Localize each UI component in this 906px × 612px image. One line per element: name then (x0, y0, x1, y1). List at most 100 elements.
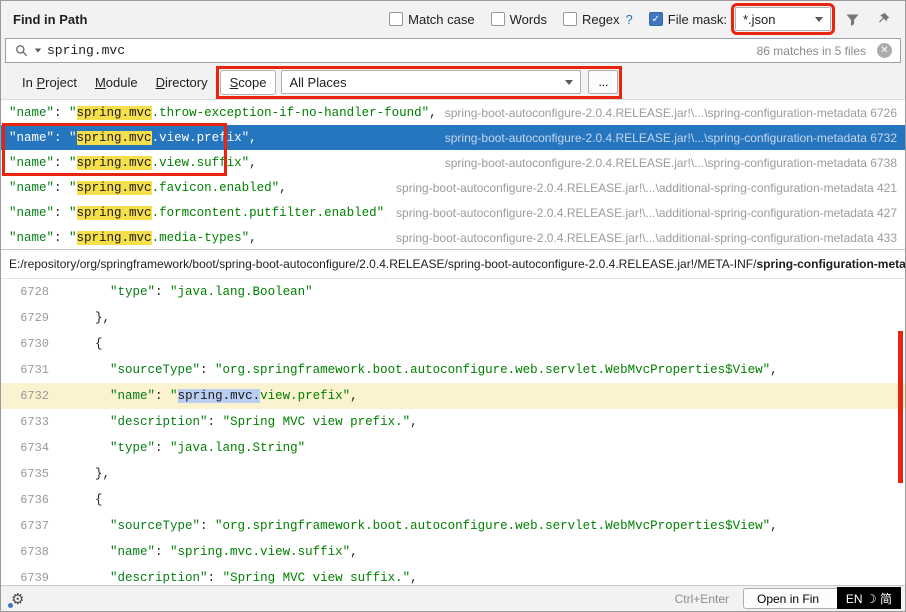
gear-badge-dot (8, 603, 13, 608)
line-number: 6735 (1, 467, 65, 481)
result-match-text: "name": "spring.mvc.view.suffix", (9, 156, 435, 170)
scope-select[interactable]: All Places (281, 70, 581, 94)
code-line: 6729 }, (1, 305, 905, 331)
dialog-header: Find in Path Match case Words Regex? ✓ File … (1, 1, 905, 37)
file-mask-value: *.json (743, 12, 776, 27)
search-options: Match case Words Regex? ✓ File mask: (373, 12, 727, 27)
scope-tab-scope[interactable]: Scope (220, 70, 277, 95)
search-input[interactable]: spring.mvc (47, 43, 752, 58)
scope-value: All Places (289, 75, 346, 90)
code-line: 6738 "name": "spring.mvc.view.suffix", (1, 539, 905, 565)
search-icon (14, 43, 29, 58)
code-line: 6737 "sourceType": "org.springframework.… (1, 513, 905, 539)
regex-help-link[interactable]: ? (626, 12, 633, 27)
option-words[interactable]: Words (491, 12, 547, 27)
file-mask-combo[interactable]: *.json (735, 7, 831, 31)
scope-tab-in-project[interactable]: In Project (13, 71, 86, 94)
checkbox-checked-icon[interactable]: ✓ (649, 12, 663, 26)
search-row: spring.mvc 86 matches in 5 files ✕ (1, 37, 905, 65)
line-number: 6729 (1, 311, 65, 325)
code-line: 6728 "type": "java.lang.Boolean" (1, 279, 905, 305)
scope-tab-directory[interactable]: Directory (147, 71, 217, 94)
result-file-path: spring-boot-autoconfigure-2.0.4.RELEASE.… (445, 156, 897, 170)
option-label: File mask: (668, 12, 727, 27)
pin-icon[interactable] (873, 9, 893, 29)
checkbox-icon[interactable] (563, 12, 577, 26)
option-label: Match case (408, 12, 474, 27)
code-line: 6730 { (1, 331, 905, 357)
result-row[interactable]: "name": "spring.mvc.favicon.enabled", spr… (1, 175, 905, 200)
line-number: 6732 (1, 389, 65, 403)
result-row[interactable]: "name": "spring.mvc.view.suffix", spring-… (1, 150, 905, 175)
code-text: { (65, 337, 103, 351)
code-text: "description": "Spring MVC view suffix."… (65, 571, 418, 585)
checkbox-icon[interactable] (389, 12, 403, 26)
chevron-down-icon (815, 17, 823, 22)
result-file-path: spring-boot-autoconfigure-2.0.4.RELEASE.… (396, 181, 897, 195)
results-list: "name": "spring.mvc.throw-exception-if-n… (1, 99, 905, 249)
result-row[interactable]: "name": "spring.mvc.formcontent.putfilte… (1, 200, 905, 225)
code-text: "sourceType": "org.springframework.boot.… (65, 363, 778, 377)
line-number: 6736 (1, 493, 65, 507)
result-match-text: "name": "spring.mvc.favicon.enabled", (9, 181, 386, 195)
code-line: 6739 "description": "Spring MVC view suf… (1, 565, 905, 585)
search-field[interactable]: spring.mvc 86 matches in 5 files ✕ (5, 38, 901, 63)
code-text: "description": "Spring MVC view prefix."… (65, 415, 418, 429)
footer: ⚙ Ctrl+Enter Open in Fin EN ☽ 简 (1, 585, 905, 611)
code-line: 6736 { (1, 487, 905, 513)
result-match-text: "name": "spring.mvc.media-types", (9, 231, 386, 245)
code-line: 6731 "sourceType": "org.springframework.… (1, 357, 905, 383)
result-row[interactable]: "name": "spring.mvc.view.prefix", spring-… (1, 125, 905, 150)
option-label: Regex (582, 12, 620, 27)
result-match-text: "name": "spring.mvc.formcontent.putfilte… (9, 206, 386, 220)
shortcut-hint: Ctrl+Enter (675, 592, 729, 606)
result-file-path: spring-boot-autoconfigure-2.0.4.RELEASE.… (445, 106, 897, 120)
find-in-path-dialog: Find in Path Match case Words Regex? ✓ File … (0, 0, 906, 612)
result-file-path: spring-boot-autoconfigure-2.0.4.RELEASE.… (396, 206, 897, 220)
code-preview[interactable]: 6728 "type": "java.lang.Boolean"6729 },6… (1, 279, 905, 585)
clear-search-icon[interactable]: ✕ (877, 43, 892, 58)
line-number: 6731 (1, 363, 65, 377)
ime-indicator: EN ☽ 简 (837, 587, 901, 609)
code-line: 6732 "name": "spring.mvc.view.prefix", (1, 383, 905, 409)
code-text: { (65, 493, 103, 507)
line-number: 6739 (1, 571, 65, 585)
code-text: "type": "java.lang.String" (65, 441, 305, 455)
option-label: Words (510, 12, 547, 27)
line-number: 6728 (1, 285, 65, 299)
checkbox-icon[interactable] (491, 12, 505, 26)
line-number: 6733 (1, 415, 65, 429)
gear-icon[interactable]: ⚙ (11, 590, 24, 608)
file-name-bold: spring-configuration-metad (756, 257, 905, 271)
result-row[interactable]: "name": "spring.mvc.media-types",spring-… (1, 225, 905, 249)
code-text: "type": "java.lang.Boolean" (65, 285, 313, 299)
option-match-case[interactable]: Match case (389, 12, 474, 27)
option-file-mask[interactable]: ✓ File mask: (649, 12, 727, 27)
result-file-path: spring-boot-autoconfigure-2.0.4.RELEASE.… (445, 131, 897, 145)
code-line: 6733 "description": "Spring MVC view pre… (1, 409, 905, 435)
line-number: 6738 (1, 545, 65, 559)
match-count-label: 86 matches in 5 files (757, 44, 866, 58)
filter-icon[interactable] (842, 9, 862, 29)
line-number: 6730 (1, 337, 65, 351)
scope-row: In ProjectModuleDirectory Scope All Plac… (1, 65, 905, 99)
result-row[interactable]: "name": "spring.mvc.throw-exception-if-n… (1, 100, 905, 125)
code-text: }, (65, 467, 110, 481)
code-text: }, (65, 311, 110, 325)
result-match-text: "name": "spring.mvc.view.prefix", (9, 131, 435, 145)
result-match-text: "name": "spring.mvc.throw-exception-if-n… (9, 106, 435, 120)
scope-tab-module[interactable]: Module (86, 71, 147, 94)
code-text: "name": "spring.mvc.view.suffix", (65, 545, 358, 559)
scope-tabs: In ProjectModuleDirectory (13, 71, 217, 94)
search-history-chevron-icon[interactable] (35, 49, 41, 53)
code-text: "name": "spring.mvc.view.prefix", (65, 389, 358, 403)
option-regex[interactable]: Regex? (563, 12, 633, 27)
code-line: 6734 "type": "java.lang.String" (1, 435, 905, 461)
more-options-button[interactable]: ... (588, 70, 618, 94)
line-number: 6737 (1, 519, 65, 533)
chevron-down-icon (565, 80, 573, 85)
dialog-title: Find in Path (13, 12, 87, 27)
code-lines: 6728 "type": "java.lang.Boolean"6729 },6… (1, 279, 905, 585)
code-text: "sourceType": "org.springframework.boot.… (65, 519, 778, 533)
scope-group: Scope All Places ... (220, 70, 619, 95)
